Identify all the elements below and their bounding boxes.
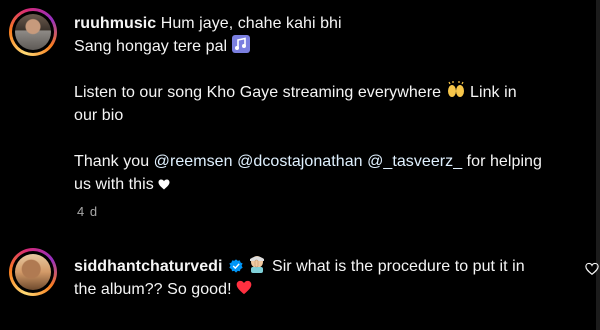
mention-reemsen[interactable]: @reemsen xyxy=(154,153,233,170)
mention-tasveerz[interactable]: @_tasveerz_ xyxy=(367,153,462,170)
comment-text: ruuhmusic Hum jaye, chahe kahi bhi Sang … xyxy=(74,12,542,196)
music-note-icon xyxy=(231,35,250,53)
white-heart-icon xyxy=(158,179,170,190)
comment-siddhantchaturvedi: siddhantchaturvedi Sir what is the proce… xyxy=(0,240,600,330)
comment-line-2: Sang hongay tere pal xyxy=(74,38,228,55)
mention-dcostajonathan[interactable]: @dcostajonathan xyxy=(237,153,363,170)
avatar-ruuhmusic[interactable] xyxy=(9,8,57,56)
comment-line-5-suffix: for helping xyxy=(466,153,542,170)
verified-badge-icon xyxy=(229,259,243,273)
red-heart-icon xyxy=(236,280,252,295)
comment-line-3-tail: Link in xyxy=(470,84,517,101)
comment-line-1: Hum jaye, chahe kahi bhi xyxy=(160,15,342,32)
comment-ruuhmusic: ruuhmusic Hum jaye, chahe kahi bhi Sang … xyxy=(0,0,600,230)
timestamp[interactable]: 4 d xyxy=(77,204,98,219)
facepalm-icon xyxy=(250,256,265,273)
avatar-siddhantchaturvedi[interactable] xyxy=(9,248,57,296)
avatar-photo xyxy=(15,14,51,50)
comment-line-5-prefix: Thank you xyxy=(74,153,150,170)
comment-line-4: our bio xyxy=(74,107,124,124)
comment-text: siddhantchaturvedi Sir what is the proce… xyxy=(74,255,525,301)
like-heart-icon[interactable] xyxy=(585,262,599,276)
avatar-photo xyxy=(15,254,51,290)
comment2-line-1: Sir what is the procedure to put it in xyxy=(271,258,525,275)
comment-line-3: Listen to our song Kho Gaye streaming ev… xyxy=(74,84,442,101)
raised-hands-icon xyxy=(447,81,464,97)
comment2-line-2: the album?? So good! xyxy=(74,281,232,298)
username-ruuhmusic[interactable]: ruuhmusic xyxy=(74,15,156,32)
username-siddhantchaturvedi[interactable]: siddhantchaturvedi xyxy=(74,258,222,275)
comment-line-6: us with this xyxy=(74,176,154,193)
